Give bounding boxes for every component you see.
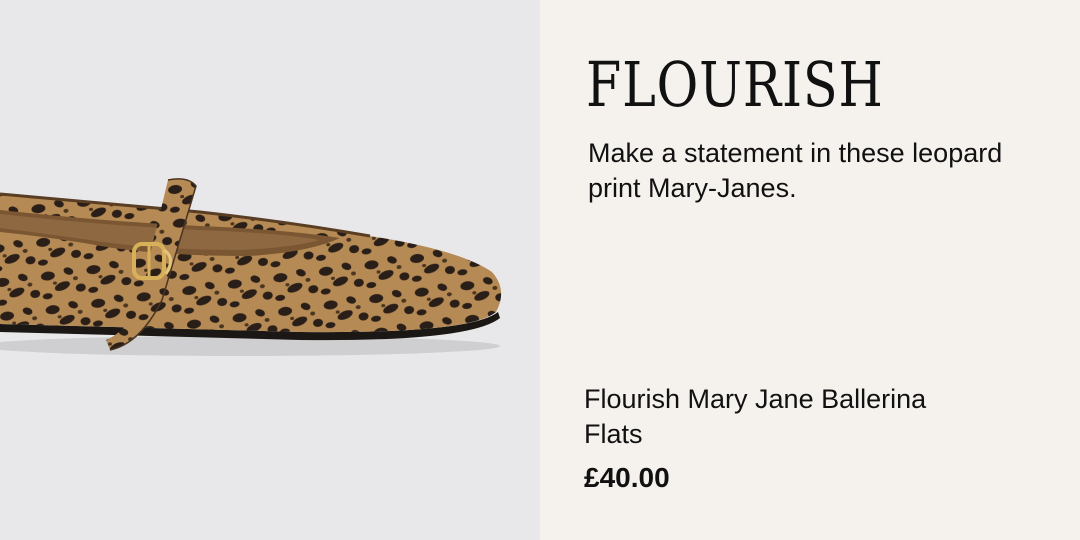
promo-text-panel: FLOURISH Make a statement in these leopa…	[540, 0, 1080, 540]
product-price: £40.00	[584, 462, 670, 493]
brand-logo: FLOURISH	[586, 48, 884, 121]
leopard-mary-jane-shoe-image	[0, 178, 502, 356]
tagline: Make a statement in these leopard print …	[588, 138, 1003, 203]
product-name[interactable]: Flourish Mary Jane Ballerina Flats	[584, 382, 944, 452]
product-image[interactable]	[0, 0, 540, 540]
promo-banner[interactable]: FLOURISH Make a statement in these leopa…	[0, 0, 1080, 540]
